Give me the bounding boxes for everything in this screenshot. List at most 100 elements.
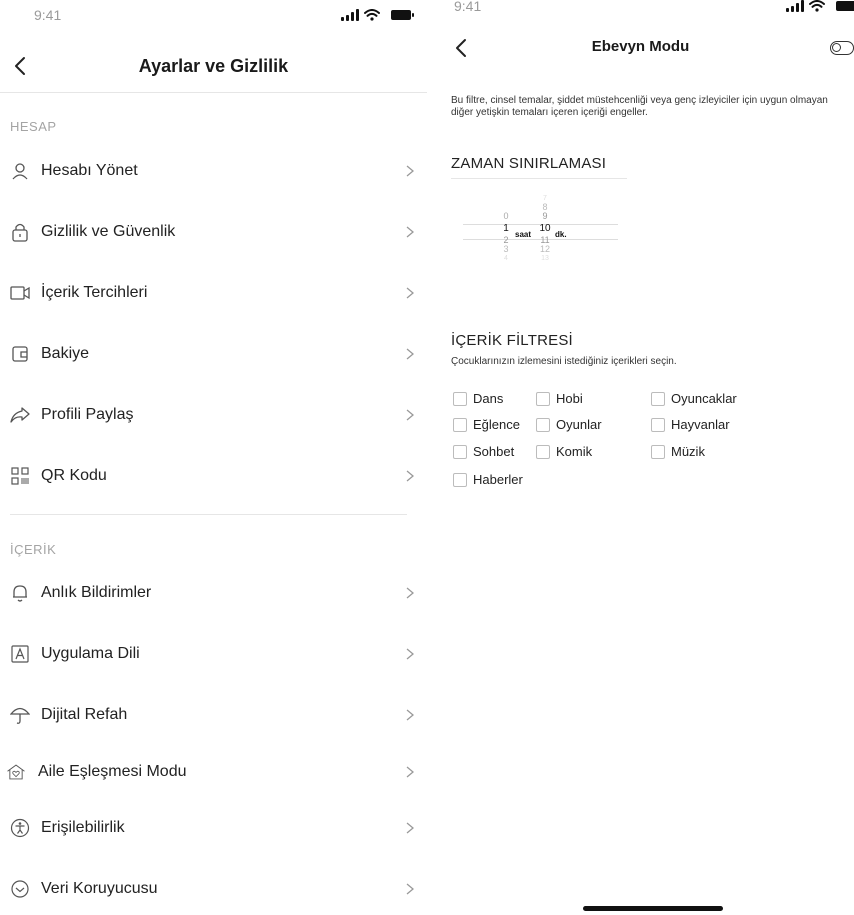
settings-item-app-language[interactable]: Uygulama Dili <box>0 632 427 676</box>
status-bar: 9:41 <box>427 0 854 30</box>
settings-item-push-notifications[interactable]: Anlık Bildirimler <box>0 571 427 615</box>
checkbox-box[interactable] <box>536 391 550 406</box>
person-icon <box>10 161 30 181</box>
checkbox-label: Komik <box>556 444 593 459</box>
filter-checkbox-komik[interactable]: Komik <box>536 444 592 459</box>
chevron-right-icon <box>403 647 417 661</box>
filter-checkbox-hobi[interactable]: Hobi <box>536 391 583 406</box>
settings-item-label: Dijital Refah <box>41 706 128 723</box>
checkbox-box[interactable] <box>536 444 550 459</box>
hour-unit-label: saat <box>515 230 532 239</box>
filter-checkbox-hayvanlar[interactable]: Hayvanlar <box>651 417 730 432</box>
language-icon <box>10 644 30 664</box>
umbrella-icon <box>10 705 30 725</box>
back-button[interactable] <box>8 54 32 78</box>
status-time: 9:41 <box>34 7 62 23</box>
settings-item-accessibility[interactable]: Erişilebilirlik <box>0 806 427 850</box>
checkbox-box[interactable] <box>453 417 467 432</box>
hour-option: 0 <box>503 211 509 221</box>
chevron-right-icon <box>403 469 417 483</box>
minute-option: 12 <box>539 244 550 254</box>
settings-item-content-preferences[interactable]: İçerik Tercihleri <box>0 271 427 315</box>
chevron-right-icon <box>403 164 417 178</box>
page-title: Ebevyn Modu <box>591 38 690 55</box>
settings-item-label: İçerik Tercihleri <box>41 284 148 301</box>
checkbox-box[interactable] <box>536 417 550 432</box>
chevron-left-icon <box>15 57 25 75</box>
lock-icon <box>10 222 30 242</box>
section-underline <box>451 178 627 179</box>
chevron-right-icon <box>403 286 417 300</box>
filter-checkbox-haberler[interactable]: Haberler <box>453 472 523 487</box>
checkbox-box[interactable] <box>651 417 665 432</box>
minute-wheel[interactable]: 7 8 9 10 11 12 13 <box>532 194 558 263</box>
checkbox-label: Dans <box>473 391 504 406</box>
settings-item-data-saver[interactable]: Veri Koruyucusu <box>0 867 427 911</box>
section-divider <box>10 514 407 515</box>
chevron-right-icon <box>403 708 417 722</box>
minute-option: 9 <box>542 211 548 221</box>
minute-unit-label: dk. <box>555 230 567 239</box>
section-header-account: HESAP <box>10 119 57 134</box>
checkbox-box[interactable] <box>453 472 467 487</box>
wifi-icon <box>809 0 825 12</box>
filter-checkbox-sohbet[interactable]: Sohbet <box>453 444 514 459</box>
filter-checkbox-muzik[interactable]: Müzik <box>651 444 705 459</box>
content-filter-title: İÇERİK FİLTRESİ <box>451 332 573 349</box>
settings-item-label: Aile Eşleşmesi Modu <box>38 763 187 780</box>
toggle-knob <box>832 43 841 52</box>
nav-bar: Ayarlar ve Gizlilik <box>0 46 427 93</box>
settings-item-label: Gizlilik ve Güvenlik <box>41 223 176 240</box>
checkbox-label: Haberler <box>473 472 523 487</box>
parental-mode-toggle[interactable] <box>830 41 854 55</box>
settings-item-digital-wellbeing[interactable]: Dijital Refah <box>0 693 427 737</box>
checkbox-box[interactable] <box>453 391 467 406</box>
checkbox-label: Oyunlar <box>556 417 602 432</box>
share-icon <box>10 405 30 425</box>
signal-icon <box>786 0 804 12</box>
time-limit-title: ZAMAN SINIRLAMASI <box>451 155 607 172</box>
chevron-right-icon <box>403 821 417 835</box>
wallet-icon <box>10 344 30 364</box>
settings-item-manage-account[interactable]: Hesabı Yönet <box>0 149 427 193</box>
chevron-right-icon <box>403 586 417 600</box>
chevron-right-icon <box>403 408 417 422</box>
hour-option: 3 <box>503 244 509 254</box>
checkbox-label: Eğlence <box>473 417 520 432</box>
settings-item-privacy-security[interactable]: Gizlilik ve Güvenlik <box>0 210 427 254</box>
checkbox-label: Oyuncaklar <box>671 391 737 406</box>
filter-checkbox-dans[interactable]: Dans <box>453 391 503 406</box>
chevron-right-icon <box>403 882 417 896</box>
settings-item-share-profile[interactable]: Profili Paylaş <box>0 393 427 437</box>
minute-option: 13 <box>541 255 549 262</box>
home-heart-icon <box>6 762 26 782</box>
settings-item-balance[interactable]: Bakiye <box>0 332 427 376</box>
checkbox-label: Hayvanlar <box>671 417 730 432</box>
data-saver-icon <box>10 879 30 899</box>
wifi-icon <box>364 9 380 21</box>
filter-description: Bu filtre, cinsel temalar, şiddet müsteh… <box>451 95 828 118</box>
settings-item-label: Uygulama Dili <box>41 645 140 662</box>
filter-checkbox-oyuncaklar[interactable]: Oyuncaklar <box>651 391 737 406</box>
status-time: 9:41 <box>454 0 482 14</box>
settings-item-label: Anlık Bildirimler <box>41 584 152 601</box>
settings-item-qr-code[interactable]: QR Kodu <box>0 454 427 498</box>
checkbox-box[interactable] <box>651 391 665 406</box>
checkbox-label: Hobi <box>556 391 583 406</box>
filter-checkbox-eglence[interactable]: Eğlence <box>453 417 520 432</box>
nav-bar: Ebevyn Modu <box>427 30 854 70</box>
bell-icon <box>10 583 30 603</box>
filter-checkbox-oyunlar[interactable]: Oyunlar <box>536 417 602 432</box>
checkbox-label: Sohbet <box>473 444 515 459</box>
settings-item-label: Bakiye <box>41 345 90 362</box>
settings-item-family-pairing[interactable]: Aile Eşleşmesi Modu <box>0 750 427 794</box>
settings-item-label: Erişilebilirlik <box>41 819 125 836</box>
home-indicator <box>583 906 723 911</box>
checkbox-box[interactable] <box>651 444 665 459</box>
checkbox-box[interactable] <box>453 444 467 459</box>
chevron-right-icon <box>403 225 417 239</box>
settings-item-label: Hesabı Yönet <box>41 162 138 179</box>
battery-icon <box>391 10 414 20</box>
time-limit-picker[interactable]: 0 1 2 3 4 saat 7 8 9 10 11 12 13 dk. <box>457 186 627 278</box>
qr-code-icon <box>10 466 30 486</box>
